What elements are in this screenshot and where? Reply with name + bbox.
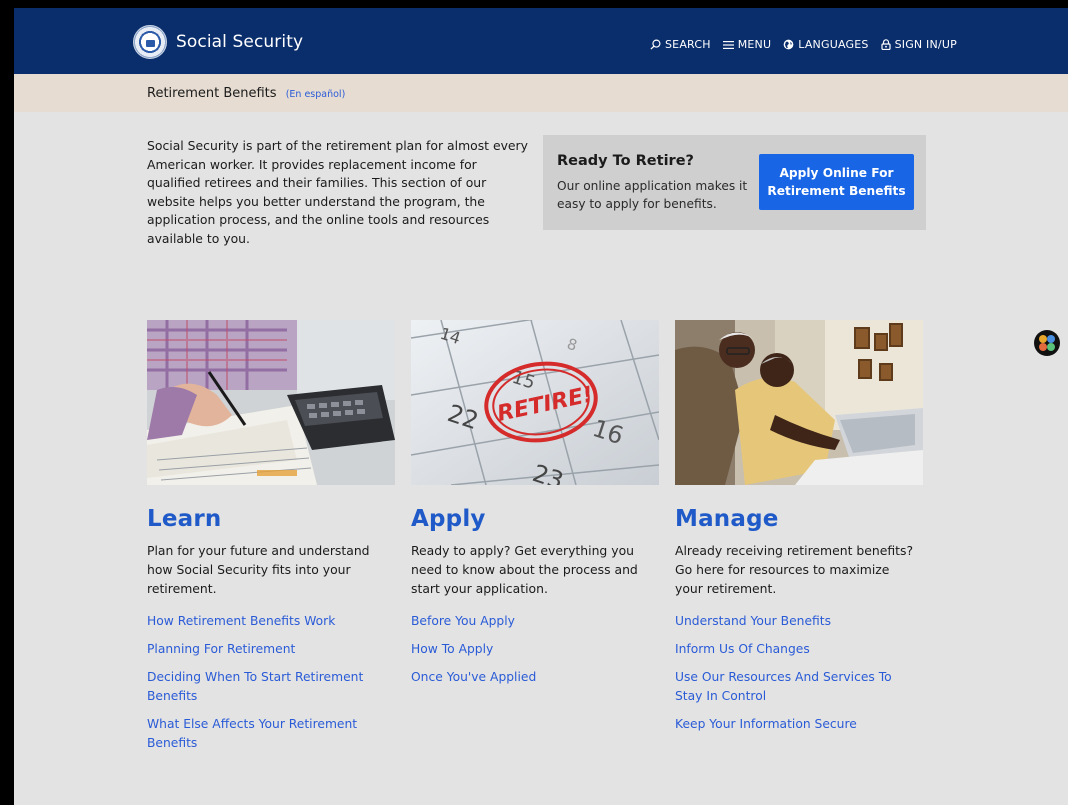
apply-links: Before You Apply How To Apply Once You'v…: [411, 612, 659, 687]
home-logo-link[interactable]: Social Security: [133, 25, 303, 59]
accessibility-widget-button[interactable]: [1034, 330, 1060, 356]
ssa-seal-icon: [133, 25, 167, 59]
nav-search[interactable]: SEARCH: [650, 38, 711, 51]
nav-sign-in[interactable]: SIGN IN/UP: [880, 38, 957, 51]
link-before-you-apply[interactable]: Before You Apply: [411, 612, 651, 631]
learn-links: How Retirement Benefits Work Planning Fo…: [147, 612, 395, 753]
link-planning-for-retirement[interactable]: Planning For Retirement: [147, 640, 387, 659]
accessibility-widget-icon: [1047, 343, 1055, 351]
intro-paragraph: Social Security is part of the retiremen…: [147, 138, 528, 246]
link-once-applied[interactable]: Once You've Applied: [411, 668, 651, 687]
nav-search-label: SEARCH: [665, 38, 711, 51]
learn-column: Learn Plan for your future and understan…: [147, 320, 395, 762]
cta-title: Ready To Retire?: [557, 153, 694, 169]
calendar-retire-image: 14 8 15 22 16 23 RETIRE!: [411, 320, 659, 485]
browser-viewport: Social Security SEARCH MENU LANGUAGES SI…: [14, 8, 1068, 805]
manage-column: Manage Already receiving retirement bene…: [675, 320, 923, 743]
apply-online-button[interactable]: Apply Online For Retirement Benefits: [759, 154, 914, 210]
couple-using-laptop-image: [675, 320, 923, 485]
brand-name: Social Security: [176, 32, 304, 52]
link-what-else-affects[interactable]: What Else Affects Your Retirement Benefi…: [147, 715, 387, 753]
site-header: Social Security SEARCH MENU LANGUAGES SI…: [14, 8, 1068, 74]
nav-languages-label: LANGUAGES: [798, 38, 869, 51]
accessibility-widget-icon: [1047, 335, 1055, 343]
link-how-to-apply[interactable]: How To Apply: [411, 640, 651, 659]
page-title-text: Retirement Benefits: [147, 86, 277, 101]
link-keep-info-secure[interactable]: Keep Your Information Secure: [675, 715, 915, 734]
accessibility-widget-icon: [1039, 335, 1047, 343]
link-understand-benefits[interactable]: Understand Your Benefits: [675, 612, 915, 631]
apply-heading[interactable]: Apply: [411, 506, 659, 532]
manage-photo: [675, 320, 923, 485]
spanish-link[interactable]: (En español): [286, 89, 346, 100]
learn-heading[interactable]: Learn: [147, 506, 395, 532]
ready-to-retire-box: Ready To Retire? Our online application …: [543, 135, 926, 230]
nav-languages[interactable]: LANGUAGES: [783, 38, 868, 51]
section-banner: Retirement Benefits (En español): [14, 74, 1068, 112]
learn-photo: [147, 320, 395, 485]
manage-description: Already receiving retirement benefits? G…: [675, 543, 914, 596]
planning-with-calculator-image: [147, 320, 395, 485]
link-how-benefits-work[interactable]: How Retirement Benefits Work: [147, 612, 387, 631]
nav-sign-in-label: SIGN IN/UP: [894, 38, 957, 51]
nav-menu[interactable]: MENU: [722, 38, 772, 51]
manage-links: Understand Your Benefits Inform Us Of Ch…: [675, 612, 923, 734]
top-navigation: SEARCH MENU LANGUAGES SIGN IN/UP: [650, 38, 969, 51]
apply-description: Ready to apply? Get everything you need …: [411, 543, 638, 596]
globe-icon: [783, 39, 794, 50]
manage-heading[interactable]: Manage: [675, 506, 923, 532]
link-deciding-when-to-start[interactable]: Deciding When To Start Retirement Benefi…: [147, 668, 387, 706]
page-title: Retirement Benefits (En español): [147, 86, 345, 101]
nav-menu-label: MENU: [737, 38, 772, 51]
accessibility-widget-icon: [1039, 343, 1047, 351]
menu-icon: [722, 40, 734, 49]
lock-icon: [880, 39, 891, 50]
learn-description: Plan for your future and understand how …: [147, 543, 370, 596]
link-inform-us-changes[interactable]: Inform Us Of Changes: [675, 640, 915, 659]
search-icon: [650, 39, 661, 50]
cta-text: Our online application makes it easy to …: [557, 179, 748, 211]
apply-column: 14 8 15 22 16 23 RETIRE! Apply Ready to …: [411, 320, 659, 696]
apply-photo: 14 8 15 22 16 23 RETIRE!: [411, 320, 659, 485]
link-resources-services[interactable]: Use Our Resources And Services To Stay I…: [675, 668, 915, 706]
